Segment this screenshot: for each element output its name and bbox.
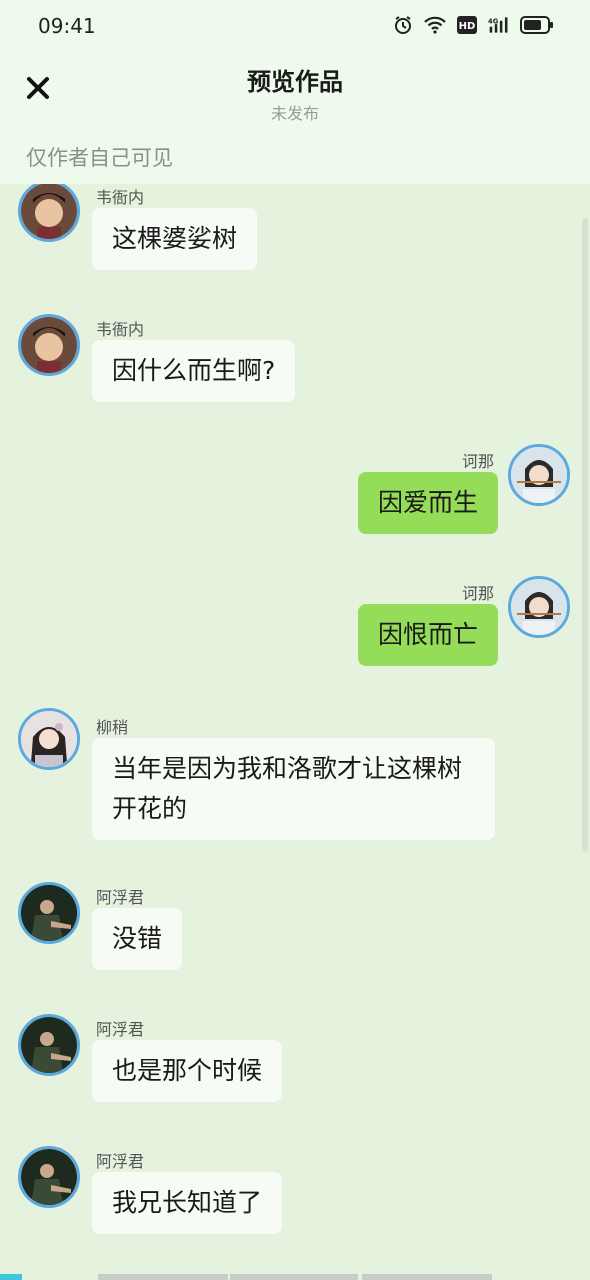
avatar[interactable] [18,708,80,770]
battery-icon [520,14,554,36]
wifi-icon [424,14,446,36]
page-title: 预览作品 [247,68,343,96]
svg-text:4G: 4G [488,17,499,25]
avatar[interactable] [508,576,570,638]
visibility-notice: 仅作者自己可见 [26,146,173,170]
signal-4g-icon: 4G [488,14,510,36]
avatar[interactable] [18,882,80,944]
sender-name: 阿浮君 [96,1020,145,1039]
sender-name: 阿浮君 [96,1152,145,1171]
message-bubble[interactable]: 也是那个时候 [92,1040,283,1102]
avatar[interactable] [18,1146,80,1208]
status-time: 09:41 [38,14,96,38]
avatar[interactable] [508,444,570,506]
avatar[interactable] [18,314,80,376]
message-bubble[interactable]: 我兄长知道了 [92,1172,283,1234]
progress-segment [362,1274,492,1280]
publish-status: 未发布 [270,104,319,123]
message-bubble[interactable]: 因什么而生啊? [92,340,296,402]
header: 预览作品 未发布 仅作者自己可见 [0,52,590,184]
sender-name: 韦衙内 [96,320,145,339]
progress-segment-active [0,1274,22,1280]
alarm-icon [392,14,414,36]
progress-segment [230,1274,358,1280]
hd-icon: HD [456,14,478,36]
sender-name: 阿浮君 [96,888,145,907]
avatar[interactable] [18,1014,80,1076]
message-bubble[interactable]: 当年是因为我和洛歌才让这棵树开花的 [92,738,495,840]
scrollbar[interactable] [582,218,588,852]
bottom-progress-tabs [0,1272,590,1280]
sender-name: 柳稍 [96,718,129,737]
sender-name: 诃那 [461,452,494,471]
sender-name: 韦衙内 [96,188,145,207]
chat-list[interactable]: 韦衙内 这棵婆娑树 韦衙内 因什么而生啊? 诃那 因爱而生 诃那 因恨而亡 柳稍… [0,184,590,1274]
message-bubble[interactable]: 没错 [92,908,183,970]
message-bubble[interactable]: 这棵婆娑树 [92,208,258,270]
avatar[interactable] [18,184,80,242]
message-bubble[interactable]: 因恨而亡 [357,604,498,666]
svg-text:HD: HD [459,21,476,32]
sender-name: 诃那 [461,584,494,603]
status-icons: HD 4G [392,14,554,36]
status-bar: 09:41 HD 4G [0,0,590,52]
message-bubble[interactable]: 因爱而生 [357,472,498,534]
progress-segment [98,1274,228,1280]
